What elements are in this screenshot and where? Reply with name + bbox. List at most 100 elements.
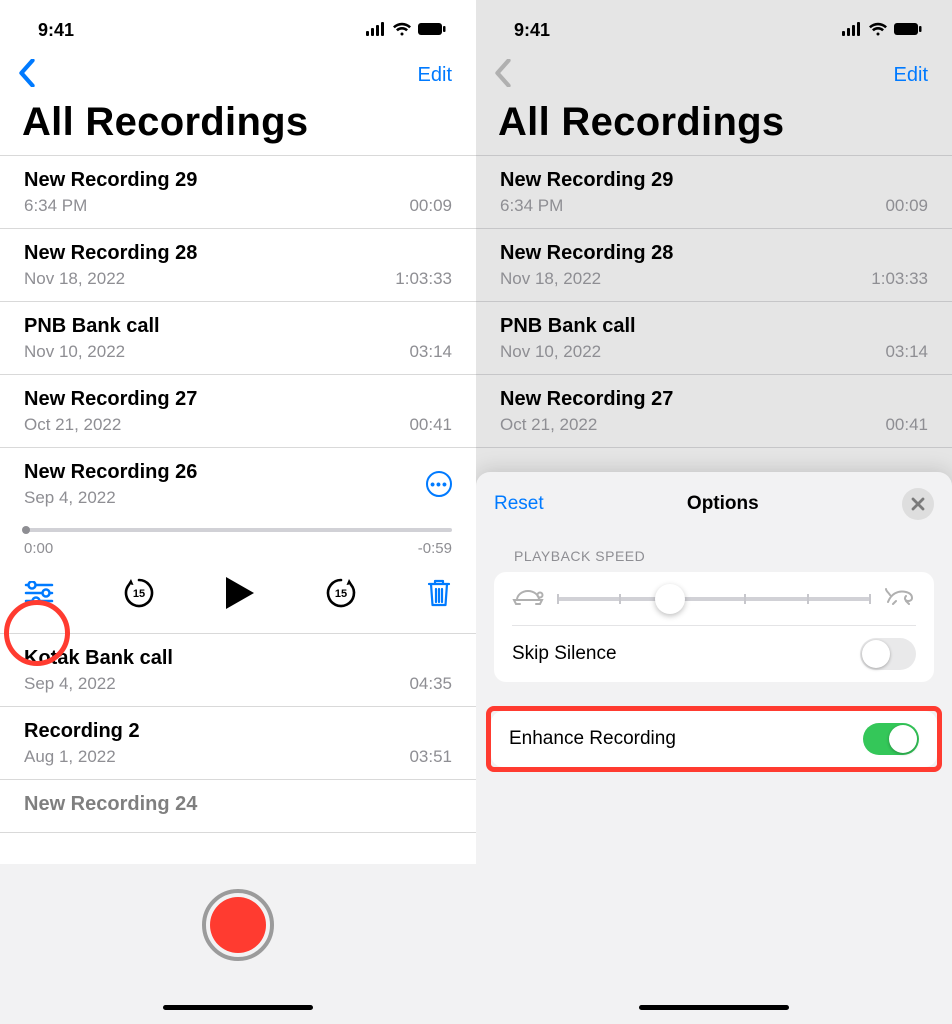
- home-indicator[interactable]: [639, 1005, 789, 1010]
- play-button[interactable]: [224, 575, 256, 611]
- options-title: Options: [687, 493, 759, 515]
- recording-title: New Recording 28: [24, 242, 452, 265]
- recording-duration: 1:03:33: [871, 269, 928, 289]
- home-indicator[interactable]: [163, 1005, 313, 1010]
- reset-button[interactable]: Reset: [494, 493, 544, 515]
- recording-subtitle: Nov 10, 2022: [500, 342, 601, 362]
- skip-silence-label: Skip Silence: [512, 643, 617, 665]
- enhance-recording-row: Enhance Recording: [509, 711, 919, 767]
- recording-row[interactable]: New Recording 28 Nov 18, 2022 1:03:33: [476, 229, 952, 302]
- recording-row[interactable]: Kotak Bank call Sep 4, 2022 04:35: [0, 634, 476, 707]
- edit-button[interactable]: Edit: [894, 64, 928, 87]
- recording-subtitle: Aug 1, 2022: [24, 747, 116, 767]
- page-title: All Recordings: [0, 94, 476, 155]
- status-time: 9:41: [38, 20, 74, 41]
- recording-subtitle: Nov 10, 2022: [24, 342, 125, 362]
- recording-title: New Recording 28: [500, 242, 928, 265]
- wifi-icon: [392, 20, 412, 41]
- nav-bar: Edit: [476, 50, 952, 94]
- recording-duration: 00:41: [409, 415, 452, 435]
- playback-card: Skip Silence: [494, 572, 934, 682]
- recording-duration: 1:03:33: [395, 269, 452, 289]
- status-bar: 9:41: [476, 0, 952, 50]
- recordings-list: New Recording 29 6:34 PM 00:09 New Recor…: [476, 155, 952, 448]
- recording-title: New Recording 26: [24, 461, 197, 484]
- options-sheet: Reset Options PLAYBACK SPEED: [476, 472, 952, 1024]
- skip-back-15-button[interactable]: 15: [122, 576, 156, 610]
- delete-button[interactable]: [426, 578, 452, 608]
- more-options-button[interactable]: •••: [426, 471, 452, 497]
- recordings-list: New Recording 29 6:34 PM 00:09 New Recor…: [0, 155, 476, 833]
- recording-row[interactable]: Recording 2 Aug 1, 2022 03:51: [0, 707, 476, 780]
- recording-title: Recording 2: [24, 720, 452, 743]
- skip-forward-15-button[interactable]: 15: [324, 576, 358, 610]
- status-indicators: [842, 20, 922, 41]
- tortoise-icon: [512, 586, 544, 611]
- status-indicators: [366, 20, 446, 41]
- recording-title: New Recording 24: [24, 793, 452, 816]
- recording-subtitle: Nov 18, 2022: [500, 269, 601, 289]
- record-button-inner: [210, 897, 266, 953]
- recording-duration: 03:14: [409, 342, 452, 362]
- playback-speed-label: PLAYBACK SPEED: [514, 548, 914, 564]
- recording-subtitle: Oct 21, 2022: [500, 415, 597, 435]
- back-button[interactable]: [18, 59, 36, 92]
- battery-icon: [418, 20, 446, 41]
- recording-duration: 00:09: [409, 196, 452, 216]
- recording-title: New Recording 27: [24, 388, 452, 411]
- status-bar: 9:41: [0, 0, 476, 50]
- recording-row[interactable]: New Recording 28 Nov 18, 2022 1:03:33: [0, 229, 476, 302]
- recording-subtitle: 6:34 PM: [24, 196, 87, 216]
- playback-options-button[interactable]: [24, 581, 54, 605]
- svg-text:15: 15: [335, 588, 347, 600]
- skip-silence-row: Skip Silence: [512, 626, 916, 682]
- recording-row[interactable]: New Recording 27 Oct 21, 2022 00:41: [476, 375, 952, 448]
- recording-row[interactable]: New Recording 29 6:34 PM 00:09: [476, 156, 952, 229]
- edit-button[interactable]: Edit: [418, 64, 452, 87]
- svg-text:15: 15: [133, 588, 145, 600]
- speed-slider-row: [512, 572, 916, 626]
- recording-duration: 03:14: [885, 342, 928, 362]
- recording-subtitle: 6:34 PM: [500, 196, 563, 216]
- recording-subtitle: Nov 18, 2022: [24, 269, 125, 289]
- recording-duration: 00:41: [885, 415, 928, 435]
- recording-title: Kotak Bank call: [24, 647, 452, 670]
- recording-title: PNB Bank call: [24, 315, 452, 338]
- hare-icon: [884, 586, 916, 611]
- recording-title: New Recording 29: [500, 169, 928, 192]
- battery-icon: [894, 20, 922, 41]
- cellular-icon: [842, 20, 862, 41]
- recording-row[interactable]: New Recording 27 Oct 21, 2022 00:41: [0, 375, 476, 448]
- enhance-recording-label: Enhance Recording: [509, 728, 676, 750]
- recording-row[interactable]: PNB Bank call Nov 10, 2022 03:14: [0, 302, 476, 375]
- enhance-highlight: Enhance Recording: [486, 706, 942, 772]
- recording-title: New Recording 27: [500, 388, 928, 411]
- page-title: All Recordings: [476, 94, 952, 155]
- recording-row[interactable]: New Recording 24: [0, 780, 476, 833]
- recording-duration: 04:35: [409, 674, 452, 694]
- status-time: 9:41: [514, 20, 550, 41]
- record-button[interactable]: [202, 889, 274, 961]
- recording-title: PNB Bank call: [500, 315, 928, 338]
- recording-duration: 03:51: [409, 747, 452, 767]
- playback-scrubber[interactable]: [24, 528, 452, 532]
- close-button[interactable]: [902, 488, 934, 520]
- enhance-recording-toggle[interactable]: [863, 723, 919, 755]
- skip-silence-toggle[interactable]: [860, 638, 916, 670]
- recording-duration: 00:09: [885, 196, 928, 216]
- wifi-icon: [868, 20, 888, 41]
- recording-row[interactable]: PNB Bank call Nov 10, 2022 03:14: [476, 302, 952, 375]
- speed-slider-thumb[interactable]: [655, 584, 685, 614]
- recording-subtitle: Sep 4, 2022: [24, 674, 116, 694]
- recording-subtitle: Sep 4, 2022: [24, 488, 197, 508]
- cellular-icon: [366, 20, 386, 41]
- back-button[interactable]: [494, 59, 512, 92]
- recording-title: New Recording 29: [24, 169, 452, 192]
- record-footer: [0, 864, 476, 1024]
- remaining-time: -0:59: [418, 540, 452, 557]
- recording-row-expanded[interactable]: New Recording 26 Sep 4, 2022 ••• 0:00 -0…: [0, 448, 476, 634]
- speed-slider[interactable]: [558, 597, 870, 601]
- playback-controls: 15 15: [24, 557, 452, 633]
- recording-row[interactable]: New Recording 29 6:34 PM 00:09: [0, 156, 476, 229]
- nav-bar: Edit: [0, 50, 476, 94]
